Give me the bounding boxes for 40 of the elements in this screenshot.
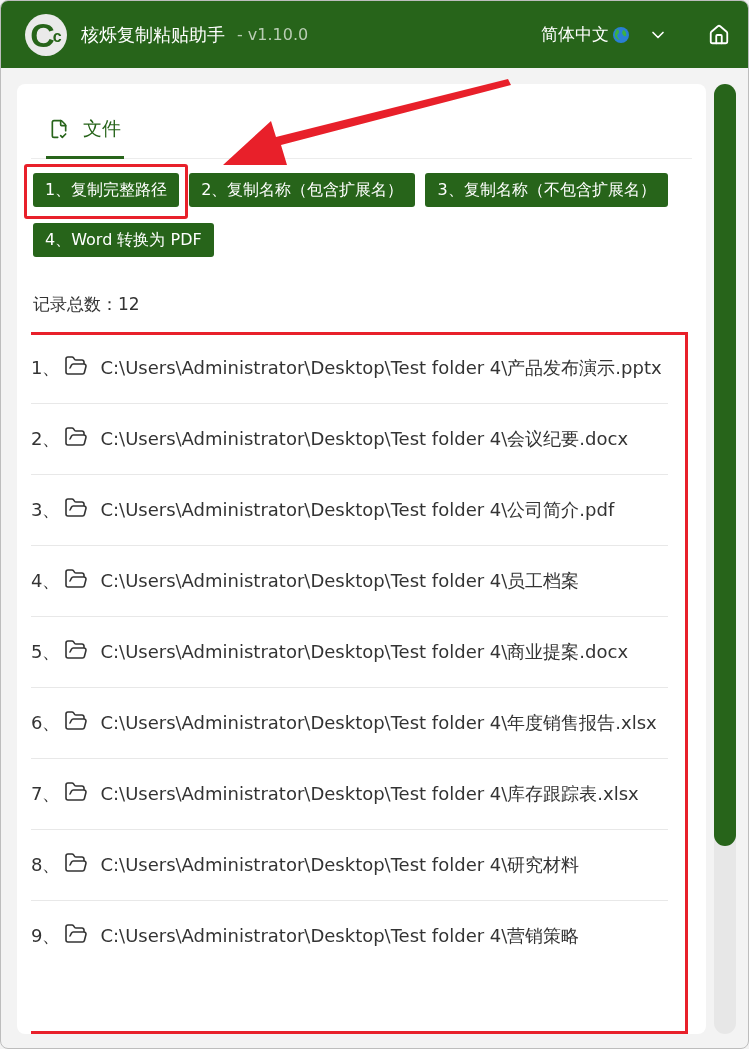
folder-icon (64, 567, 89, 591)
folder-icon (64, 496, 89, 520)
record-count: 记录总数：12 (33, 293, 141, 316)
record-index: 1、 (31, 357, 61, 378)
action-button[interactable]: 4、Word 转换为 PDF (33, 223, 214, 257)
app-version: - v1.10.0 (237, 25, 309, 44)
file-path: C:\Users\Administrator\Desktop\Test folder 4\年度销售报告.xlsx (100, 712, 657, 733)
app-title: 核烁复制粘贴助手 (81, 22, 225, 47)
file-path: C:\Users\Administrator\Desktop\Test folder 4\营销策略 (100, 925, 580, 946)
file-path: C:\Users\Administrator\Desktop\Test folder 4\公司简介.pdf (100, 499, 615, 520)
folder-icon (64, 354, 89, 378)
file-tab[interactable]: 文件 (46, 100, 124, 159)
record-index: 5、 (31, 641, 61, 662)
record-index: 8、 (31, 854, 61, 875)
record-index: 6、 (31, 712, 61, 733)
scrollbar-thumb[interactable] (714, 84, 736, 846)
globe-icon (612, 25, 630, 44)
folder-icon (64, 638, 89, 662)
file-check-icon (49, 119, 69, 139)
action-button[interactable]: 2、复制名称（包含扩展名） (189, 173, 416, 207)
file-path: C:\Users\Administrator\Desktop\Test folder 4\商业提案.docx (100, 641, 629, 662)
record-index: 4、 (31, 570, 61, 591)
folder-icon (64, 780, 89, 804)
action-button[interactable]: 1、复制完整路径 (33, 173, 180, 207)
record-index: 7、 (31, 783, 61, 804)
file-path: C:\Users\Administrator\Desktop\Test folder 4\库存跟踪表.xlsx (100, 783, 639, 804)
file-path: C:\Users\Administrator\Desktop\Test folder 4\研究材料 (100, 854, 580, 875)
folder-icon (64, 922, 89, 946)
folder-icon (64, 425, 89, 449)
record-index: 3、 (31, 499, 61, 520)
home-icon[interactable] (708, 23, 730, 46)
folder-icon (64, 709, 89, 733)
file-path: C:\Users\Administrator\Desktop\Test folder 4\会议纪要.docx (100, 428, 629, 449)
file-path: C:\Users\Administrator\Desktop\Test folder 4\员工档案 (100, 570, 580, 591)
action-button[interactable]: 3、复制名称（不包含扩展名） (425, 173, 668, 207)
record-index: 2、 (31, 428, 61, 449)
record-index: 9、 (31, 925, 61, 946)
language-selector[interactable]: 简体中文 (541, 23, 609, 46)
file-path: C:\Users\Administrator\Desktop\Test folder 4\产品发布演示.pptx (100, 357, 662, 378)
folder-icon (64, 851, 89, 875)
